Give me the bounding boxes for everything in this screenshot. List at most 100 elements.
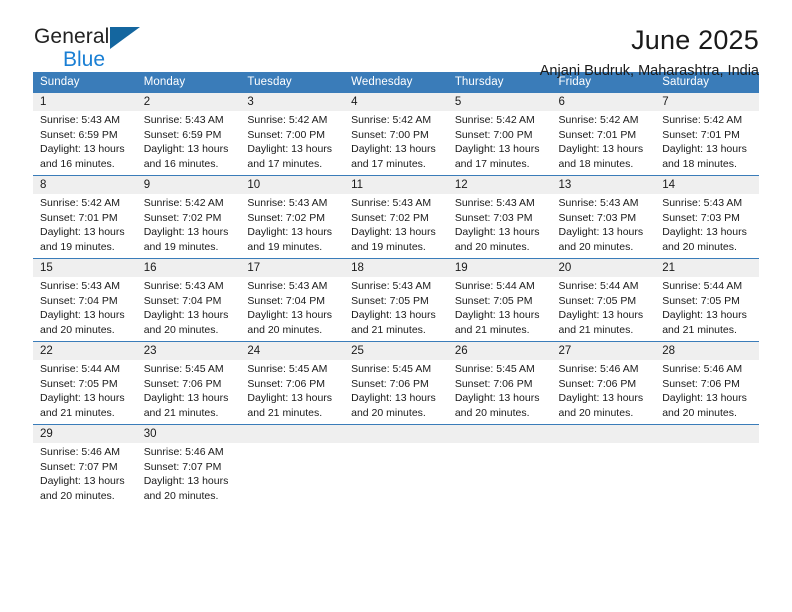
daylight-text: and 21 minutes. [40, 406, 115, 419]
day-cell-8[interactable]: Sunrise: 5:42 AM Sunset: 7:01 PM Daylight:… [33, 194, 137, 259]
sunset-text: Sunset: 7:06 PM [143, 377, 222, 390]
day-cell-19[interactable]: Sunrise: 5:44 AM Sunset: 7:05 PM Daylight:… [447, 277, 552, 342]
daylight-text: Daylight: 13 hours [662, 392, 747, 405]
daylight-text: and 19 minutes. [247, 240, 323, 253]
weekday-header-wednesday: Wednesday [344, 72, 448, 93]
day-number-29[interactable]: 29 [33, 424, 137, 443]
day-number-18[interactable]: 18 [344, 258, 448, 277]
day-number-8[interactable]: 8 [33, 175, 137, 194]
day-cell-11[interactable]: Sunrise: 5:43 AM Sunset: 7:02 PM Daylight:… [344, 194, 448, 259]
day-cell-10[interactable]: Sunrise: 5:43 AM Sunset: 7:02 PM Daylight:… [240, 194, 345, 259]
daylight-text: and 20 minutes. [558, 406, 634, 419]
day-number-27[interactable]: 27 [551, 341, 656, 360]
day-cell-17[interactable]: Sunrise: 5:43 AM Sunset: 7:04 PM Daylight:… [240, 277, 345, 342]
calendar-page: General Blue June 2025 Anjani Budruk, Ma… [0, 0, 792, 612]
day-cell-27[interactable]: Sunrise: 5:46 AM Sunset: 7:06 PM Daylight:… [551, 360, 656, 425]
day-number-11[interactable]: 11 [344, 175, 448, 194]
day-cell-1[interactable]: Sunrise: 5:43 AM Sunset: 6:59 PM Daylight:… [33, 111, 137, 176]
sunrise-text: Sunrise: 5:44 AM [40, 363, 120, 375]
day-number-2[interactable]: 2 [136, 93, 241, 111]
daylight-text: and 21 minutes. [662, 323, 737, 336]
daylight-text: and 18 minutes. [662, 157, 737, 170]
sunrise-text: Sunrise: 5:42 AM [351, 114, 432, 126]
daylight-text: Daylight: 13 hours [662, 226, 747, 239]
day-cell-2[interactable]: Sunrise: 5:43 AM Sunset: 6:59 PM Daylight:… [136, 111, 241, 176]
day-cell-22[interactable]: Sunrise: 5:44 AM Sunset: 7:05 PM Daylight:… [33, 360, 137, 425]
daylight-text: and 21 minutes. [247, 406, 323, 419]
weekday-header-tuesday: Tuesday [240, 72, 345, 93]
sunset-text: Sunset: 7:02 PM [247, 211, 326, 224]
day-number-30[interactable]: 30 [136, 424, 241, 443]
day-cell-6[interactable]: Sunrise: 5:42 AM Sunset: 7:01 PM Daylight:… [551, 111, 656, 176]
day-number-16[interactable]: 16 [136, 258, 241, 277]
day-cell-18[interactable]: Sunrise: 5:43 AM Sunset: 7:05 PM Daylight:… [344, 277, 448, 342]
week-number-row: 22 23 24 25 26 27 28 [33, 341, 759, 360]
day-number-21[interactable]: 21 [655, 258, 759, 277]
sunrise-text: Sunrise: 5:43 AM [558, 197, 639, 209]
day-cell-20[interactable]: Sunrise: 5:44 AM Sunset: 7:05 PM Daylight:… [551, 277, 656, 342]
day-cell-21[interactable]: Sunrise: 5:44 AM Sunset: 7:05 PM Daylight:… [655, 277, 759, 342]
day-number-10[interactable]: 10 [240, 175, 345, 194]
day-number-13[interactable]: 13 [551, 175, 656, 194]
sunset-text: Sunset: 7:05 PM [662, 294, 740, 307]
day-number-12[interactable]: 12 [447, 175, 552, 194]
day-number-15[interactable]: 15 [33, 258, 137, 277]
day-cell-empty [240, 443, 345, 507]
day-number-1[interactable]: 1 [33, 93, 137, 111]
sunset-text: Sunset: 7:05 PM [454, 294, 533, 307]
day-cell-7[interactable]: Sunrise: 5:42 AM Sunset: 7:01 PM Daylight:… [655, 111, 759, 176]
day-cell-30[interactable]: Sunrise: 5:46 AM Sunset: 7:07 PM Daylight:… [136, 443, 241, 507]
day-cell-26[interactable]: Sunrise: 5:45 AM Sunset: 7:06 PM Daylight:… [447, 360, 552, 425]
day-number-empty [551, 424, 656, 443]
day-cell-24[interactable]: Sunrise: 5:45 AM Sunset: 7:06 PM Daylight:… [240, 360, 345, 425]
daylight-text: Daylight: 13 hours [662, 309, 747, 322]
daylight-text: and 20 minutes. [662, 240, 737, 253]
sunset-text: Sunset: 7:04 PM [247, 294, 326, 307]
page-header: General Blue June 2025 Anjani Budruk, Ma… [33, 0, 759, 79]
day-cell-5[interactable]: Sunrise: 5:42 AM Sunset: 7:00 PM Daylight:… [447, 111, 552, 176]
day-number-19[interactable]: 19 [447, 258, 552, 277]
daylight-text: and 19 minutes. [143, 240, 219, 253]
day-number-26[interactable]: 26 [447, 341, 552, 360]
day-number-4[interactable]: 4 [344, 93, 448, 111]
sunset-text: Sunset: 7:06 PM [351, 377, 429, 390]
day-cell-16[interactable]: Sunrise: 5:43 AM Sunset: 7:04 PM Daylight:… [136, 277, 241, 342]
daylight-text: Daylight: 13 hours [454, 226, 540, 239]
day-number-22[interactable]: 22 [33, 341, 137, 360]
sunrise-text: Sunrise: 5:46 AM [143, 446, 224, 458]
daylight-text: and 20 minutes. [40, 489, 115, 502]
day-number-23[interactable]: 23 [136, 341, 241, 360]
day-cell-29[interactable]: Sunrise: 5:46 AM Sunset: 7:07 PM Daylight:… [33, 443, 137, 507]
day-cell-9[interactable]: Sunrise: 5:42 AM Sunset: 7:02 PM Daylight:… [136, 194, 241, 259]
daylight-text: and 17 minutes. [351, 157, 426, 170]
day-number-9[interactable]: 9 [136, 175, 241, 194]
day-cell-14[interactable]: Sunrise: 5:43 AM Sunset: 7:03 PM Daylight:… [655, 194, 759, 259]
day-cell-15[interactable]: Sunrise: 5:43 AM Sunset: 7:04 PM Daylight:… [33, 277, 137, 342]
generalblue-logo[interactable]: General Blue [34, 26, 164, 72]
daylight-text: Daylight: 13 hours [143, 143, 229, 156]
day-number-7[interactable]: 7 [655, 93, 759, 111]
day-cell-23[interactable]: Sunrise: 5:45 AM Sunset: 7:06 PM Daylight:… [136, 360, 241, 425]
day-number-24[interactable]: 24 [240, 341, 345, 360]
day-number-28[interactable]: 28 [655, 341, 759, 360]
day-number-20[interactable]: 20 [551, 258, 656, 277]
daylight-text: and 20 minutes. [40, 323, 115, 336]
day-number-25[interactable]: 25 [344, 341, 448, 360]
day-cell-13[interactable]: Sunrise: 5:43 AM Sunset: 7:03 PM Daylight:… [551, 194, 656, 259]
sunrise-text: Sunrise: 5:42 AM [662, 114, 743, 126]
day-cell-25[interactable]: Sunrise: 5:45 AM Sunset: 7:06 PM Daylight:… [344, 360, 448, 425]
day-cell-12[interactable]: Sunrise: 5:43 AM Sunset: 7:03 PM Daylight:… [447, 194, 552, 259]
day-number-14[interactable]: 14 [655, 175, 759, 194]
week-number-row: 15 16 17 18 19 20 21 [33, 258, 759, 277]
day-number-3[interactable]: 3 [240, 93, 345, 111]
daylight-text: Daylight: 13 hours [143, 475, 229, 488]
sunset-text: Sunset: 6:59 PM [143, 128, 222, 141]
day-cell-3[interactable]: Sunrise: 5:42 AM Sunset: 7:00 PM Daylight:… [240, 111, 345, 176]
day-cell-28[interactable]: Sunrise: 5:46 AM Sunset: 7:06 PM Daylight:… [655, 360, 759, 425]
day-cell-4[interactable]: Sunrise: 5:42 AM Sunset: 7:00 PM Daylight:… [344, 111, 448, 176]
daylight-text: and 19 minutes. [40, 240, 115, 253]
day-number-17[interactable]: 17 [240, 258, 345, 277]
day-number-6[interactable]: 6 [551, 93, 656, 111]
day-number-5[interactable]: 5 [447, 93, 552, 111]
sunrise-sunset-calendar: Sunday Monday Tuesday Wednesday Thursday Frid… [33, 72, 759, 507]
